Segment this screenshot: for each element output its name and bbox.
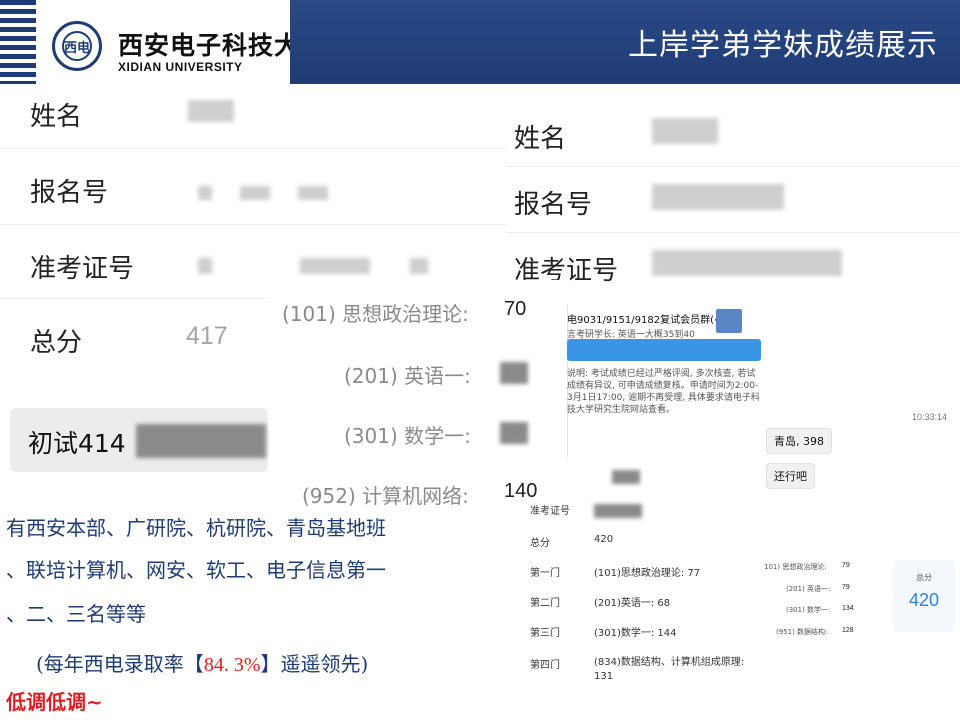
campus-text-line: 、联培计算机、网安、软工、电子信息第一 <box>6 558 386 582</box>
left-name-label: 姓名 <box>30 102 83 132</box>
subject-label: (101) 思想政治理论: <box>282 302 469 326</box>
left-total-label: 总分 <box>30 328 83 358</box>
redacted-reg <box>652 184 784 210</box>
chat-message: 青岛, 398 <box>766 428 832 454</box>
note-prefix: (每年西电录取率【 <box>36 652 204 676</box>
small-score-value: 79 <box>842 584 850 591</box>
left-exam-label: 准考证号 <box>30 254 135 284</box>
group-title: 电9031/9151/9182复试会员群(⋯ <box>567 315 724 326</box>
left-total-value: 417 <box>186 322 228 350</box>
results-row-label: 第三门 <box>530 628 560 639</box>
slide-title: 上岸学弟学妹成绩展示 <box>628 28 938 63</box>
query-button[interactable] <box>567 339 761 361</box>
small-score-label: (951) 数据结构: <box>776 628 828 636</box>
left-reg-label: 报名号 <box>30 178 109 208</box>
results-row-label: 总分 <box>530 538 550 549</box>
bubble-text: 初试414 <box>28 429 126 458</box>
subject-label: (201) 英语一: <box>344 364 471 388</box>
subject-value: 70 <box>504 298 527 320</box>
admission-rate-note: (每年西电录取率【84. 3%】遥遥领先) <box>36 648 368 677</box>
row-divider <box>506 166 960 167</box>
redacted-reg <box>298 186 328 200</box>
subject-label: (301) 数学一: <box>344 424 471 448</box>
redacted <box>612 470 640 484</box>
small-score-label: (301) 数学一: <box>786 606 831 614</box>
small-score-value: 134 <box>842 605 854 612</box>
redacted-score <box>500 362 528 384</box>
results-exam-label: 准考证号 <box>530 506 570 517</box>
note-suffix: 】遥遥领先) <box>260 652 369 676</box>
row-divider <box>0 298 268 299</box>
total-label: 总分 <box>916 573 932 582</box>
exam-note: 说明: 考试成绩已经过严格评阅, 多次核查, 若试成绩有异议, 可申请成绩复核。… <box>567 369 760 415</box>
redacted-name <box>652 118 718 144</box>
redacted-exam <box>198 258 212 274</box>
redacted-exam <box>652 250 842 276</box>
results-row-value: (834)数据结构、计算机组成原理: 131 <box>594 657 745 682</box>
subject-label: (952) 计算机网络: <box>302 484 469 508</box>
results-row-value: (301)数学一: 144 <box>594 628 677 639</box>
header-stripes <box>0 0 36 84</box>
total-value: 420 <box>908 590 940 610</box>
redacted-bubble <box>136 424 266 458</box>
results-row-label: 第一门 <box>530 568 560 579</box>
right-reg-label: 报名号 <box>514 190 593 220</box>
lowkey-text: 低调低调~ <box>6 690 103 714</box>
row-divider <box>506 232 960 233</box>
group-avatar-icon <box>716 309 742 333</box>
university-name-en: XIDIAN UNIVERSITY <box>118 60 243 74</box>
chat-message: 还行吧 <box>766 463 815 489</box>
results-row-value: 420 <box>594 534 614 545</box>
redacted-score <box>500 422 528 444</box>
redacted-name <box>188 100 234 122</box>
campus-text-line: 有西安本部、广研院、杭研院、青岛基地班 <box>6 516 386 540</box>
redacted <box>594 504 642 518</box>
redacted-exam <box>300 258 370 274</box>
small-score-value: 128 <box>842 627 854 634</box>
results-row-value: (201)英语一: 68 <box>594 598 671 609</box>
row-divider <box>0 224 506 225</box>
results-row-value: (101)思想政治理论: 77 <box>594 568 701 579</box>
small-score-label: (201) 英语一: <box>786 585 831 593</box>
redacted-reg <box>240 186 270 200</box>
redacted-reg <box>198 186 212 200</box>
university-seal-icon: 西电 <box>52 21 102 71</box>
campus-text-line: 、二、三名等等 <box>6 602 146 626</box>
results-row-label: 第四门 <box>530 660 560 671</box>
seal-text: 西电 <box>62 31 92 61</box>
chat-timestamp: 10:33:14 <box>912 412 948 422</box>
admission-rate: 84. 3% <box>203 654 261 676</box>
right-name-label: 姓名 <box>514 124 567 154</box>
small-score-value: 79 <box>842 562 850 569</box>
row-divider <box>0 148 506 149</box>
results-row-label: 第二门 <box>530 598 560 609</box>
redacted-exam <box>410 258 428 274</box>
small-score-label: 101) 思想政治理论: <box>764 563 827 571</box>
